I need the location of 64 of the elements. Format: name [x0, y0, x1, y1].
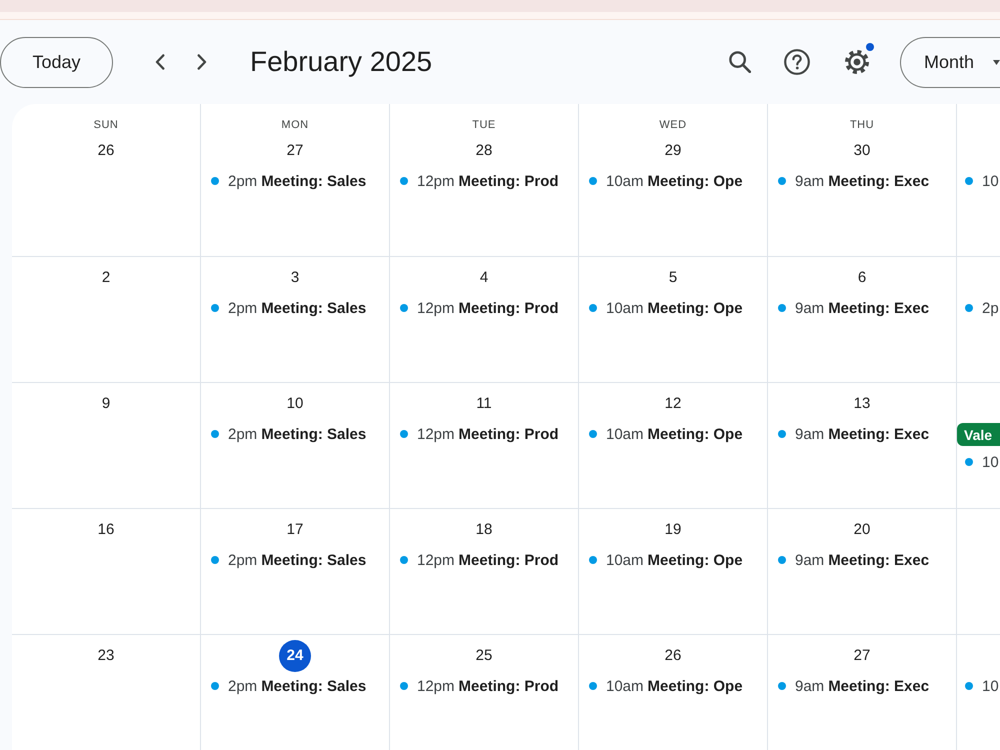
event-item[interactable]: 10am Meeting: Ope: [583, 423, 749, 445]
day-number[interactable]: 29: [657, 135, 689, 167]
view-dropdown-button[interactable]: Month: [900, 36, 1000, 88]
event-item[interactable]: 10am Meeting: Ope: [583, 675, 749, 697]
event-item[interactable]: 12pm Meeting: Prod: [394, 675, 565, 697]
event-item[interactable]: 12pm Meeting: Prod: [394, 297, 565, 319]
day-number[interactable]: 26: [90, 135, 122, 167]
event-item[interactable]: 10am Meeting: Ope: [583, 549, 749, 571]
day-number[interactable]: 26: [657, 640, 689, 672]
weekday-label: THU: [850, 118, 874, 132]
day-number[interactable]: 2: [90, 262, 122, 294]
weekday-label: SUN: [94, 118, 118, 132]
day-number[interactable]: 3: [279, 262, 311, 294]
event-item[interactable]: 12pm Meeting: Prod: [394, 170, 565, 192]
day-number[interactable]: 12: [657, 388, 689, 420]
event-item[interactable]: 12pm Meeting: Prod: [394, 549, 565, 571]
day-number[interactable]: 27: [846, 640, 878, 672]
day-number[interactable]: 20: [846, 514, 878, 546]
event-item[interactable]: 9am Meeting: Exec: [772, 675, 936, 697]
day-number[interactable]: 9: [90, 388, 122, 420]
event-item[interactable]: 2pm Meeting: Sales: [205, 170, 372, 192]
day-number[interactable]: 30: [846, 135, 878, 167]
event-item[interactable]: 2pm Meeting: Sales: [205, 675, 372, 697]
event-item[interactable]: 9am Meeting: Exec: [772, 297, 936, 319]
event-item[interactable]: 10am Meeting: Ope: [583, 170, 749, 192]
event-item[interactable]: 9am Meeting: Exec: [772, 170, 936, 192]
event-item[interactable]: 10am Meeting: Ope: [583, 297, 749, 319]
day-number[interactable]: 16: [90, 514, 122, 546]
day-number[interactable]: 6: [846, 262, 878, 294]
help-icon[interactable]: [784, 49, 810, 75]
caret-icon: [993, 60, 1000, 64]
day-number[interactable]: 24: [279, 640, 311, 672]
day-number[interactable]: 4: [468, 262, 500, 294]
event-item[interactable]: 10: [957, 170, 999, 192]
event-item[interactable]: 2pm Meeting: Sales: [205, 549, 372, 571]
day-number[interactable]: 28: [468, 135, 500, 167]
weekday-label: WED: [659, 118, 687, 132]
weekday-label: TUE: [472, 118, 496, 132]
month-title: February 2025: [250, 45, 432, 79]
day-number[interactable]: 23: [90, 640, 122, 672]
day-number[interactable]: 25: [468, 640, 500, 672]
event-item[interactable]: 10: [957, 451, 999, 473]
event-item[interactable]: 9am Meeting: Exec: [772, 423, 936, 445]
day-number[interactable]: 11: [468, 388, 500, 420]
today-button[interactable]: Today: [0, 36, 113, 88]
chevron-right-icon[interactable]: [197, 54, 207, 70]
search-icon[interactable]: [729, 51, 751, 73]
event-item[interactable]: 2pm Meeting: Sales: [205, 297, 372, 319]
event-item[interactable]: 2pm Meeting: Sales: [205, 423, 372, 445]
all-day-event-chip[interactable]: Vale: [957, 423, 1000, 446]
settings-icon[interactable]: [844, 49, 870, 75]
day-number[interactable]: 5: [657, 262, 689, 294]
event-item[interactable]: 10: [957, 675, 999, 697]
day-number[interactable]: 27: [279, 135, 311, 167]
chevron-left-icon[interactable]: [155, 54, 165, 70]
day-number[interactable]: 18: [468, 514, 500, 546]
day-number[interactable]: 10: [279, 388, 311, 420]
event-item[interactable]: 2p: [957, 297, 999, 319]
weekday-label: MON: [281, 118, 309, 132]
day-number[interactable]: 13: [846, 388, 878, 420]
day-number[interactable]: 17: [279, 514, 311, 546]
event-item[interactable]: 9am Meeting: Exec: [772, 549, 936, 571]
day-number[interactable]: 19: [657, 514, 689, 546]
event-item[interactable]: 12pm Meeting: Prod: [394, 423, 565, 445]
